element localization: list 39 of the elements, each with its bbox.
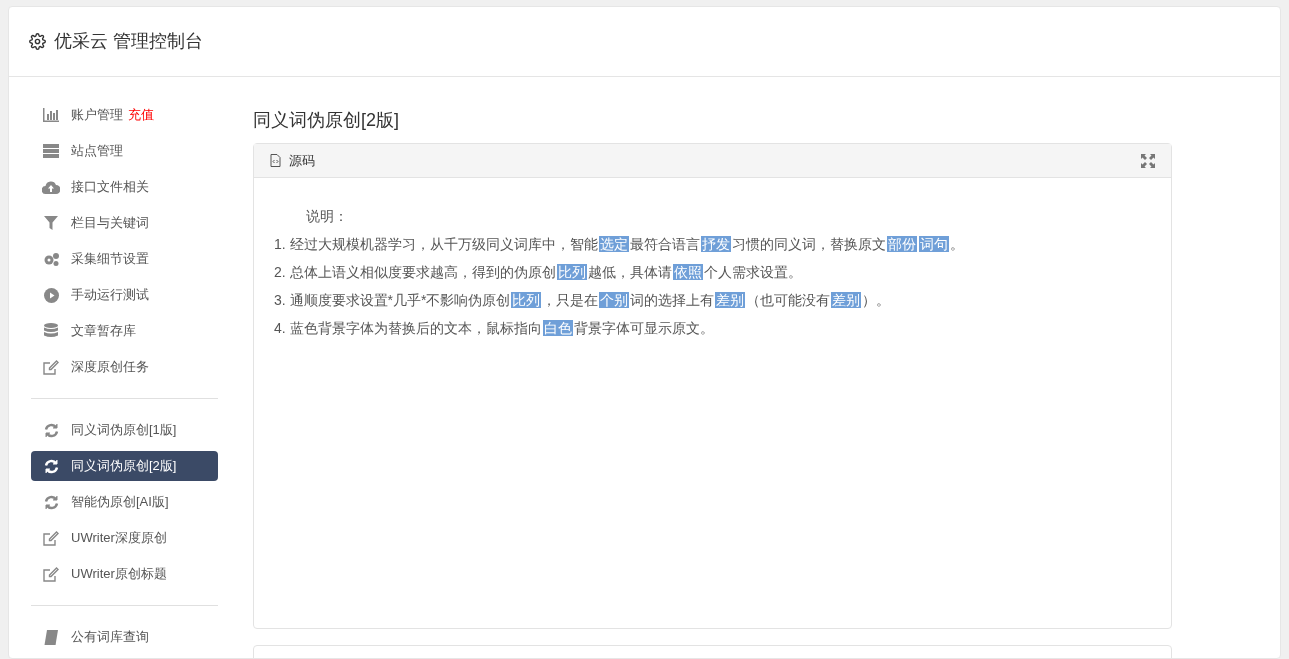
cloud-upload-icon [42, 180, 60, 194]
book-icon [44, 629, 58, 645]
sidebar-item[interactable]: 同义词伪原创[1版] [31, 415, 218, 445]
sidebar-item[interactable]: 智能伪原创[AI版] [31, 487, 218, 517]
database-icon [44, 323, 58, 339]
note-line: 4. 蓝色背景字体为替换后的文本，鼠标指向 白色背景字体可显示原文。 [274, 319, 715, 338]
settings-icon [29, 33, 46, 50]
sidebar-item[interactable]: 深度原创任务 [31, 352, 218, 382]
server-icon [43, 144, 59, 158]
sidebar-item[interactable]: 同义词伪原创[2版] [31, 451, 218, 481]
panel-title: 源码 [289, 151, 315, 170]
refresh-icon [43, 494, 59, 510]
sidebar-item[interactable]: 文章暂存库 [31, 316, 218, 346]
sidebar-item[interactable]: UWriter原创标题 [31, 559, 218, 589]
note-line: 2. 总体上语义相似度要求越高，得到的伪原创 比列 越低，具体请依照 个人需求设置。 [274, 263, 803, 282]
refresh-icon [43, 458, 59, 474]
sidebar-item[interactable]: 站点管理 [31, 136, 218, 166]
bar-chart-icon [43, 108, 59, 122]
gears-icon [42, 251, 60, 267]
sidebar-item[interactable]: 账户管理 充值 [31, 100, 218, 130]
play-icon [43, 287, 59, 303]
sidebar-item[interactable]: UWriter深度原创 [31, 523, 218, 553]
sidebar-item[interactable]: 采集细节设置 [31, 244, 218, 274]
sidebar-item[interactable]: 公有词库查询 [31, 622, 218, 652]
edit-icon [43, 359, 59, 375]
refresh-icon [43, 422, 59, 438]
edit-icon [43, 530, 59, 546]
sidebar-item[interactable]: 手动运行测试 [31, 280, 218, 310]
fullscreen-icon[interactable] [1141, 153, 1155, 168]
edit-icon [43, 566, 59, 582]
sidebar-item[interactable]: 接口文件相关 [31, 172, 218, 202]
code-file-icon [270, 154, 281, 167]
page-title: 同义词伪原创[2版] [253, 109, 400, 132]
filter-icon [44, 216, 58, 230]
note-line: 1. 经过大规模机器学习，从千万级同义词库中，智能选定 最符合语言抒发 习惯的同义词，替换原文 部份 词句。 [274, 235, 965, 254]
note-line: 3. 通顺度要求设置*几乎*不影响伪原创 比列，只是在个别 词的选择上有差别（也可能没有差别）。 [274, 291, 892, 310]
sidebar-item[interactable]: 栏目与关键词 [31, 208, 218, 238]
notes-heading: 说明： [306, 207, 349, 226]
app-title: 优采云 管理控制台 [54, 30, 203, 53]
